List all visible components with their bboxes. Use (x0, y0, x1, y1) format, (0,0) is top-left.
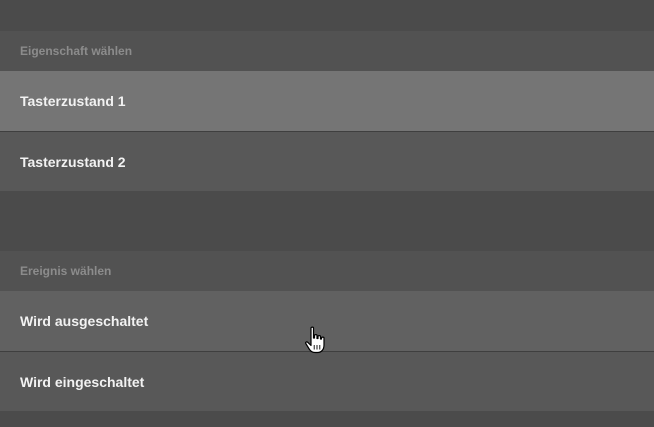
event-configuration-panel: Eigenschaft wählen Tasterzustand 1 Taste… (0, 0, 654, 427)
event-section-header: Ereignis wählen (0, 251, 654, 291)
event-option-label: Wird ausgeschaltet (20, 313, 149, 329)
property-section: Eigenschaft wählen Tasterzustand 1 Taste… (0, 31, 654, 191)
property-option-tasterzustand-2[interactable]: Tasterzustand 2 (0, 131, 654, 191)
property-option-label: Tasterzustand 1 (20, 93, 126, 109)
event-section: Ereignis wählen Wird ausgeschaltet Wird … (0, 251, 654, 411)
event-option-label: Wird eingeschaltet (20, 373, 145, 390)
property-section-header: Eigenschaft wählen (0, 31, 654, 71)
event-option-wird-eingeschaltet[interactable]: Wird eingeschaltet (0, 351, 654, 411)
property-option-label: Tasterzustand 2 (20, 153, 126, 170)
event-option-wird-ausgeschaltet[interactable]: Wird ausgeschaltet (0, 291, 654, 351)
property-option-tasterzustand-1[interactable]: Tasterzustand 1 (0, 71, 654, 131)
